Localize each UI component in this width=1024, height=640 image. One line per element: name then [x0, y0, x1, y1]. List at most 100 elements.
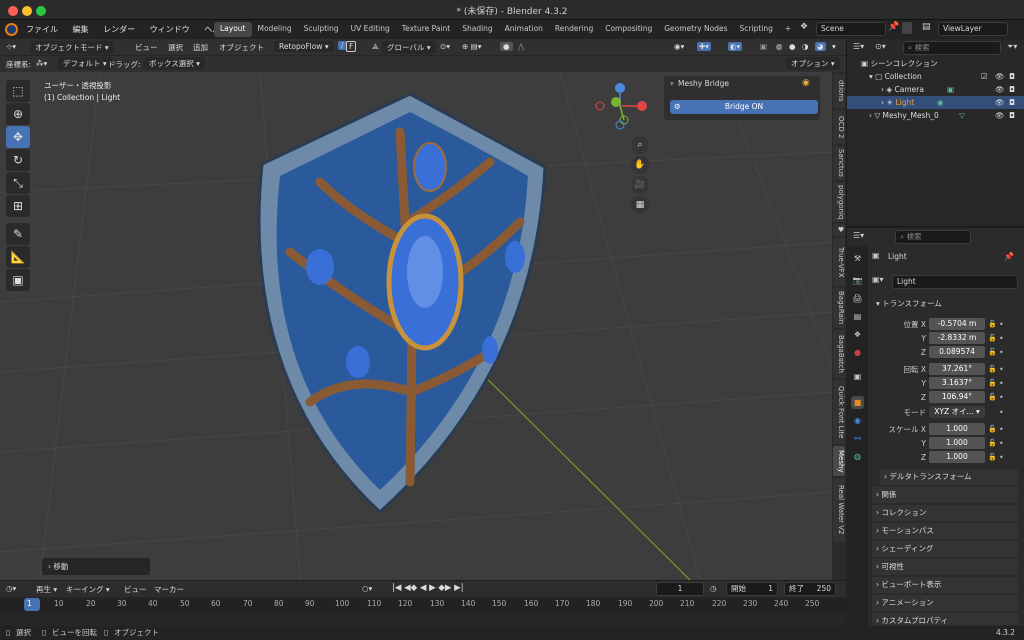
editor-type-icon[interactable]: ⊹▾ [6, 42, 16, 51]
wireframe-shading-icon[interactable]: ◍ [776, 42, 783, 51]
scene-tab-icon[interactable]: ❖ [851, 328, 864, 341]
location-y-field[interactable]: -2.8332 m [929, 332, 985, 344]
tree-item-camera[interactable]: › ◈ Camera ▣ 👁 ◘ [847, 83, 1024, 96]
tab-modeling[interactable]: Modeling [252, 22, 298, 37]
play-reverse-icon[interactable]: ◀ [420, 583, 427, 593]
viewport-display-section[interactable]: › ビューポート表示 [872, 577, 1018, 593]
cursor-tool[interactable]: ⊕ [6, 103, 30, 125]
pivot-icon[interactable]: ⊙▾ [440, 42, 450, 51]
tab-uv-editing[interactable]: UV Editing [345, 22, 396, 37]
play-icon[interactable]: ▶ [429, 583, 436, 593]
tree-item-light[interactable]: › ☀ Light ◉ 👁 ◘ [847, 96, 1024, 109]
sidetab-polygoniq[interactable]: polygoniq [833, 182, 845, 222]
lock-icon[interactable]: 🔓 [988, 334, 997, 342]
ortho-grid-icon[interactable]: ▦ [631, 196, 649, 214]
properties-search-input[interactable]: ⌕ 検索 [895, 230, 971, 244]
add-cube-tool[interactable]: ▣ [6, 269, 30, 291]
render-camera-icon[interactable]: ◘ [1009, 109, 1015, 122]
last-operator-panel[interactable]: › 移動 [42, 558, 150, 575]
shading-options-icon[interactable]: ▾ [832, 42, 836, 51]
menu-view-timeline[interactable]: ビュー [124, 584, 147, 595]
gizmo-toggle-icon[interactable]: ✚▾ [697, 42, 712, 51]
scale-z-field[interactable]: 1.000 [929, 451, 985, 463]
outliner-search-input[interactable]: ⌕ 検索 [903, 41, 1001, 55]
tree-item-meshy-mesh[interactable]: › ▽ Meshy_Mesh_0 ▽ 👁 ◘ [847, 109, 1024, 122]
tab-compositing[interactable]: Compositing [599, 22, 658, 37]
new-scene-icon[interactable] [902, 22, 912, 34]
3d-viewport[interactable] [0, 72, 834, 580]
constraints-tab-icon[interactable]: ⚯ [851, 432, 864, 445]
world-tab-icon[interactable]: ● [851, 346, 864, 359]
tab-texture-paint[interactable]: Texture Paint [396, 22, 456, 37]
sidetab-bagabatch[interactable]: BagaBatch [833, 330, 845, 378]
render-camera-icon[interactable]: ◘ [1009, 83, 1015, 96]
coord-dropdown[interactable]: デフォルト ▾ [58, 57, 112, 70]
menu-marker[interactable]: マーカー [154, 584, 184, 595]
options-dropdown[interactable]: オプション ▾ [786, 57, 840, 70]
xray-icon[interactable]: ▣ [760, 42, 767, 51]
pin-icon[interactable]: 📌 [1004, 252, 1014, 261]
solid-shading-icon[interactable]: ● [789, 42, 796, 51]
transform-panel-header[interactable]: ▾ トランスフォーム [876, 298, 942, 309]
tree-item-collection[interactable]: ▾ ▢ Collection ☑ 👁 ◘ [847, 70, 1024, 83]
tab-layout[interactable]: Layout [214, 22, 252, 37]
menu-select[interactable]: 選択 [168, 42, 183, 53]
motion-paths-section[interactable]: › モーションパス [872, 523, 1018, 539]
menu-add[interactable]: 追加 [193, 42, 208, 53]
pin-icon[interactable]: 📌 [888, 22, 899, 32]
keyframe-dot-icon[interactable]: • [999, 334, 1004, 343]
timeline-editor-icon[interactable]: ◷▾ [6, 584, 16, 593]
object-tab-icon[interactable]: ■ [851, 396, 864, 409]
menu-keying[interactable]: キーイング ▾ [66, 584, 110, 595]
visibility-section[interactable]: › 可視性 [872, 559, 1018, 575]
lock-icon[interactable]: 🔓 [988, 453, 997, 461]
move-tool[interactable]: ✥ [6, 126, 30, 148]
menu-render[interactable]: レンダー [103, 24, 135, 35]
rotation-y-field[interactable]: 3.1637° [929, 377, 985, 389]
outliner-editor-icon[interactable]: ☰▾ [853, 42, 864, 51]
properties-editor-icon[interactable]: ☰▾ [853, 231, 864, 240]
render-camera-icon[interactable]: ◘ [1009, 96, 1015, 109]
keyframe-dot-icon[interactable]: • [999, 365, 1004, 374]
jump-end-icon[interactable]: ▶| [454, 583, 463, 593]
menu-file[interactable]: ファイル [26, 24, 58, 35]
eye-icon[interactable]: 👁 [995, 83, 1005, 96]
filter-icon[interactable]: ⏷▾ [1007, 42, 1017, 52]
object-type-icon[interactable]: ▣▾ [872, 275, 884, 284]
lock-icon[interactable]: 🔓 [988, 320, 997, 328]
sidetab-meshy[interactable]: Meshy [833, 446, 845, 476]
orientation-icon[interactable]: ⟁ [372, 42, 379, 52]
annotate-tool[interactable]: ✎ [6, 223, 30, 245]
tree-item-scene-collection[interactable]: ▣ シーンコレクション [847, 57, 1024, 70]
checkbox-icon[interactable]: ☑ [981, 70, 988, 83]
lock-icon[interactable]: 🔓 [988, 439, 997, 447]
coord-icon[interactable]: ⁂▾ [36, 59, 47, 68]
rotation-x-field[interactable]: 37.261° [929, 363, 985, 375]
transform-tool[interactable]: ⊞ [6, 195, 30, 217]
orientation-dropdown[interactable]: グローバル ▾ [382, 41, 436, 54]
scale-y-field[interactable]: 1.000 [929, 437, 985, 449]
delta-transform-section[interactable]: › デルタトランスフォーム [880, 469, 1018, 485]
next-keyframe-icon[interactable]: ◆▶ [438, 583, 451, 593]
custom-properties-section[interactable]: › カスタムプロパティ [872, 613, 1018, 625]
tab-geometry-nodes[interactable]: Geometry Nodes [658, 22, 733, 37]
animation-section[interactable]: › アニメーション [872, 595, 1018, 611]
bridge-on-button[interactable]: ⚙ Bridge ON [670, 100, 818, 114]
keyframe-dot-icon[interactable]: • [999, 348, 1004, 357]
scene-selector[interactable]: Scene [816, 22, 886, 36]
frame-ruler[interactable]: 1 10 20 30 40 50 60 70 80 90 100 110 120… [0, 598, 846, 612]
output-tab-icon[interactable]: 🖨 [851, 292, 864, 305]
jump-start-icon[interactable]: |◀ [392, 583, 401, 593]
auto-keying-icon[interactable]: ○▾ [362, 584, 372, 593]
tab-rendering[interactable]: Rendering [549, 22, 599, 37]
menu-edit[interactable]: 編集 [73, 24, 89, 35]
add-workspace-button[interactable]: + [779, 22, 797, 37]
drag-dropdown[interactable]: ボックス選択 ▾ [144, 57, 205, 70]
proportional-edit-icon[interactable]: ● [500, 42, 513, 51]
camera-view-icon[interactable]: 🎥 [631, 176, 649, 194]
pan-hand-icon[interactable]: ✋ [631, 156, 649, 174]
keyframe-dot-icon[interactable]: • [999, 453, 1004, 462]
snap-icon[interactable]: ⊕ ▤▾ [462, 42, 482, 51]
clock-icon[interactable]: ◷ [710, 584, 717, 593]
collection-tab-icon[interactable]: ▣ [851, 370, 864, 383]
